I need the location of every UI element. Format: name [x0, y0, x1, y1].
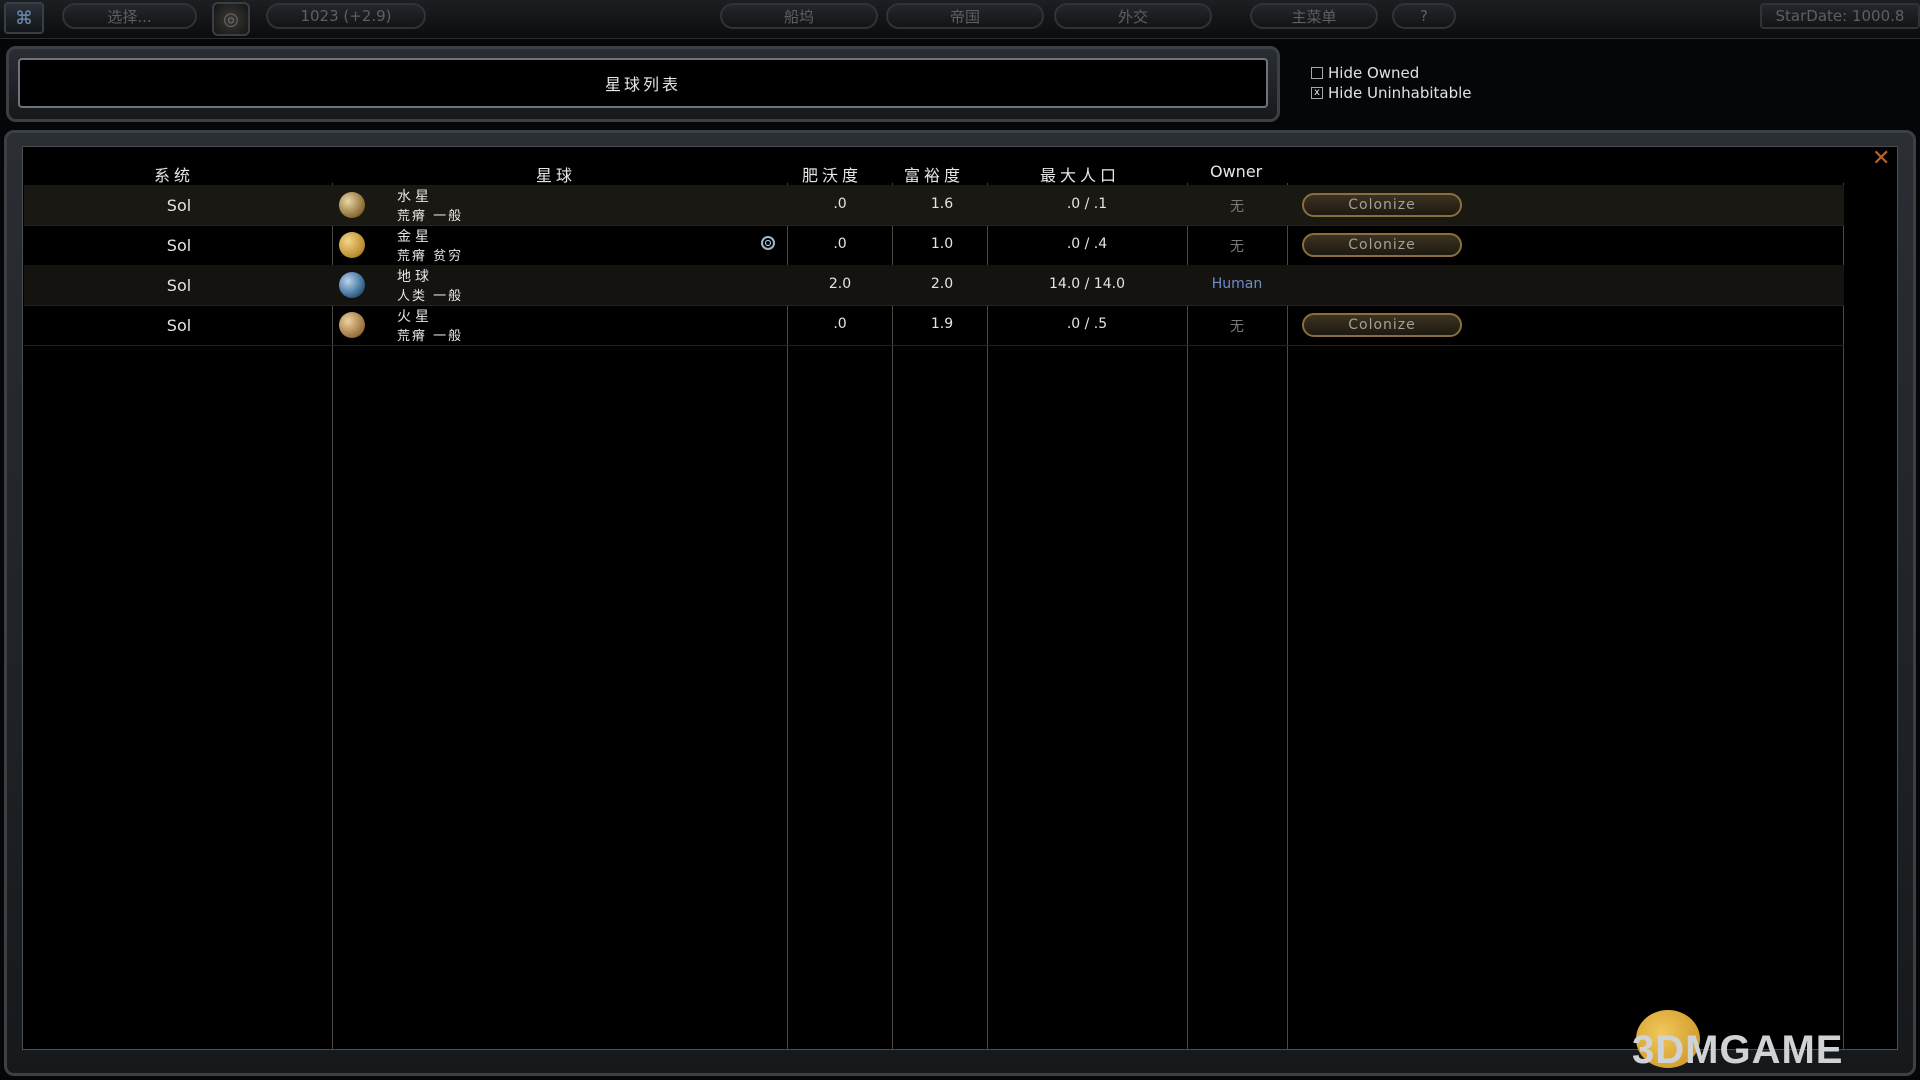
hide-uninhabitable-checkbox[interactable]: x [1311, 87, 1323, 99]
planet-icon [339, 192, 365, 218]
fertility-cell: .0 [833, 316, 847, 332]
close-icon[interactable]: ✕ [1872, 148, 1890, 170]
colonize-button[interactable]: Colonize [1302, 313, 1462, 337]
system-cell: Sol [166, 196, 192, 215]
header-richness[interactable]: 富裕度 [904, 162, 964, 186]
main-menu-button[interactable]: 主菜单 [1250, 3, 1378, 29]
planet-description: 人类 一般 [397, 289, 464, 304]
table-row[interactable]: Sol 地球 人类 一般 2.0 2.0 14.0 / 14.0 Human [24, 265, 1844, 306]
planet-name: 水星 [397, 189, 433, 205]
nav-shipyard-button[interactable]: 船坞 [720, 3, 878, 29]
header-planet[interactable]: 星球 [536, 162, 576, 186]
header-fertility[interactable]: 肥沃度 [802, 162, 862, 186]
hide-owned-toggle[interactable]: Hide Owned [1311, 64, 1419, 82]
empire-logo-icon[interactable]: ⌘ [4, 2, 44, 34]
owner-cell: Human [1211, 276, 1263, 292]
nav-empire-button[interactable]: 帝国 [886, 3, 1044, 29]
planet-name: 金星 [397, 229, 433, 245]
system-cell: Sol [166, 316, 192, 335]
research-icon[interactable]: ◎ [212, 2, 250, 36]
max-population-cell: .0 / .1 [1066, 196, 1108, 212]
select-button[interactable]: 选择... [62, 3, 197, 29]
max-population-cell: .0 / .4 [1066, 236, 1108, 252]
hide-owned-label: Hide Owned [1328, 64, 1420, 82]
owner-cell: 无 [1230, 199, 1244, 215]
planet-description: 荒瘠 一般 [397, 329, 464, 344]
hide-uninhabitable-label: Hide Uninhabitable [1328, 84, 1472, 102]
planet-description: 荒瘠 一般 [397, 209, 464, 224]
colonize-button[interactable]: Colonize [1302, 193, 1462, 217]
max-population-cell: 14.0 / 14.0 [1049, 276, 1125, 292]
planet-icon [339, 272, 365, 298]
fertility-cell: .0 [833, 236, 847, 252]
planet-name: 地球 [397, 269, 433, 285]
planet-description: 荒瘠 贫穷 [397, 249, 464, 264]
hide-uninhabitable-toggle[interactable]: x Hide Uninhabitable [1311, 84, 1472, 102]
table-row[interactable]: Sol 水星 荒瘠 一般 .0 1.6 .0 / .1 无 Colonize [24, 185, 1844, 226]
colonize-button[interactable]: Colonize [1302, 233, 1462, 257]
planet-name: 火星 [397, 309, 433, 325]
stardate-display: StarDate: 1000.8 [1760, 3, 1920, 29]
header-system[interactable]: 系统 [154, 162, 194, 186]
planet-icon [339, 312, 365, 338]
richness-cell: 1.6 [930, 196, 954, 212]
system-cell: Sol [166, 276, 192, 295]
richness-cell: 2.0 [930, 276, 954, 292]
header-max-population[interactable]: 最大人口 [1040, 162, 1120, 186]
help-button[interactable]: ? [1392, 3, 1456, 29]
watermark: 3DMGAME [1632, 1028, 1844, 1072]
owner-cell: 无 [1230, 319, 1244, 335]
top-bar: ⌘ 选择... ◎ 1023 (+2.9) 船坞 帝国 外交 主菜单 ? Sta… [0, 0, 1920, 39]
header-owner[interactable]: Owner [1210, 162, 1262, 181]
owner-cell: 无 [1230, 239, 1244, 255]
fertility-cell: .0 [833, 196, 847, 212]
credits-display: 1023 (+2.9) [266, 3, 426, 29]
nav-diplomacy-button[interactable]: 外交 [1054, 3, 1212, 29]
table-row[interactable]: Sol 金星 荒瘠 贫穷 .0 1.0 .0 / .4 无 Colonize [24, 225, 1844, 266]
table-row[interactable]: Sol 火星 荒瘠 一般 .0 1.9 .0 / .5 无 Colonize [24, 305, 1844, 346]
max-population-cell: .0 / .5 [1066, 316, 1108, 332]
page-title: 星球列表 [18, 58, 1268, 108]
planet-icon [339, 232, 365, 258]
richness-cell: 1.9 [930, 316, 954, 332]
fertility-cell: 2.0 [828, 276, 852, 292]
richness-cell: 1.0 [930, 236, 954, 252]
swirl-icon [761, 236, 775, 250]
system-cell: Sol [166, 236, 192, 255]
hide-owned-checkbox[interactable] [1311, 67, 1323, 79]
